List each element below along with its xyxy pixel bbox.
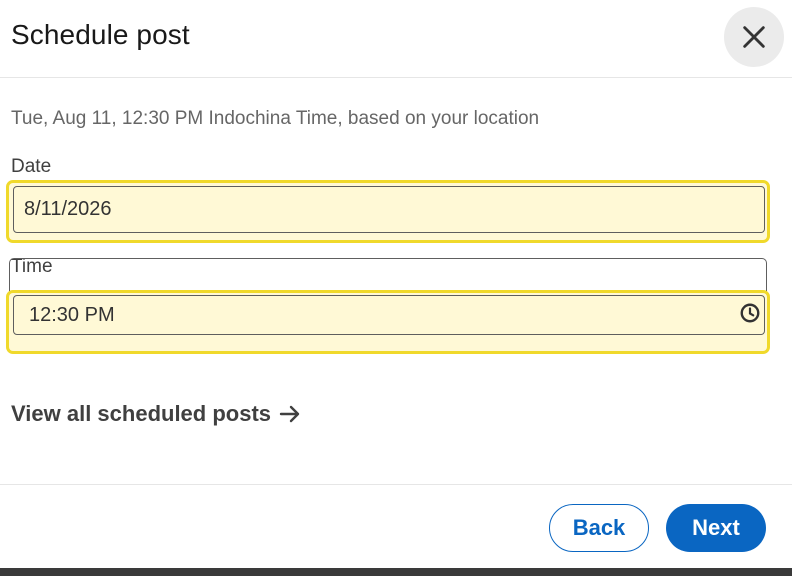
- date-label: Date: [11, 156, 52, 177]
- close-button[interactable]: [724, 7, 784, 67]
- back-button[interactable]: Back: [549, 504, 649, 552]
- time-field-highlight: [6, 290, 770, 354]
- clock-icon[interactable]: [739, 302, 761, 324]
- time-field-outline: [9, 258, 767, 292]
- dialog-header: Schedule post: [0, 0, 792, 78]
- date-field-highlight: [6, 180, 770, 243]
- taskbar-edge: [0, 568, 792, 576]
- arrow-right-icon: [279, 404, 301, 424]
- dialog-footer: Back Next: [0, 484, 792, 568]
- close-icon: [743, 26, 765, 48]
- view-all-scheduled-posts-label: View all scheduled posts: [11, 401, 272, 426]
- date-input[interactable]: [13, 186, 765, 233]
- time-input[interactable]: [13, 295, 765, 335]
- next-button[interactable]: Next: [666, 504, 766, 552]
- schedule-post-dialog: Schedule post Tue, Aug 11, 12:30 PM Indo…: [0, 0, 792, 568]
- view-all-scheduled-posts-link[interactable]: View all scheduled posts: [11, 399, 301, 429]
- dialog-title: Schedule post: [11, 19, 190, 50]
- timezone-info: Tue, Aug 11, 12:30 PM Indochina Time, ba…: [11, 108, 540, 129]
